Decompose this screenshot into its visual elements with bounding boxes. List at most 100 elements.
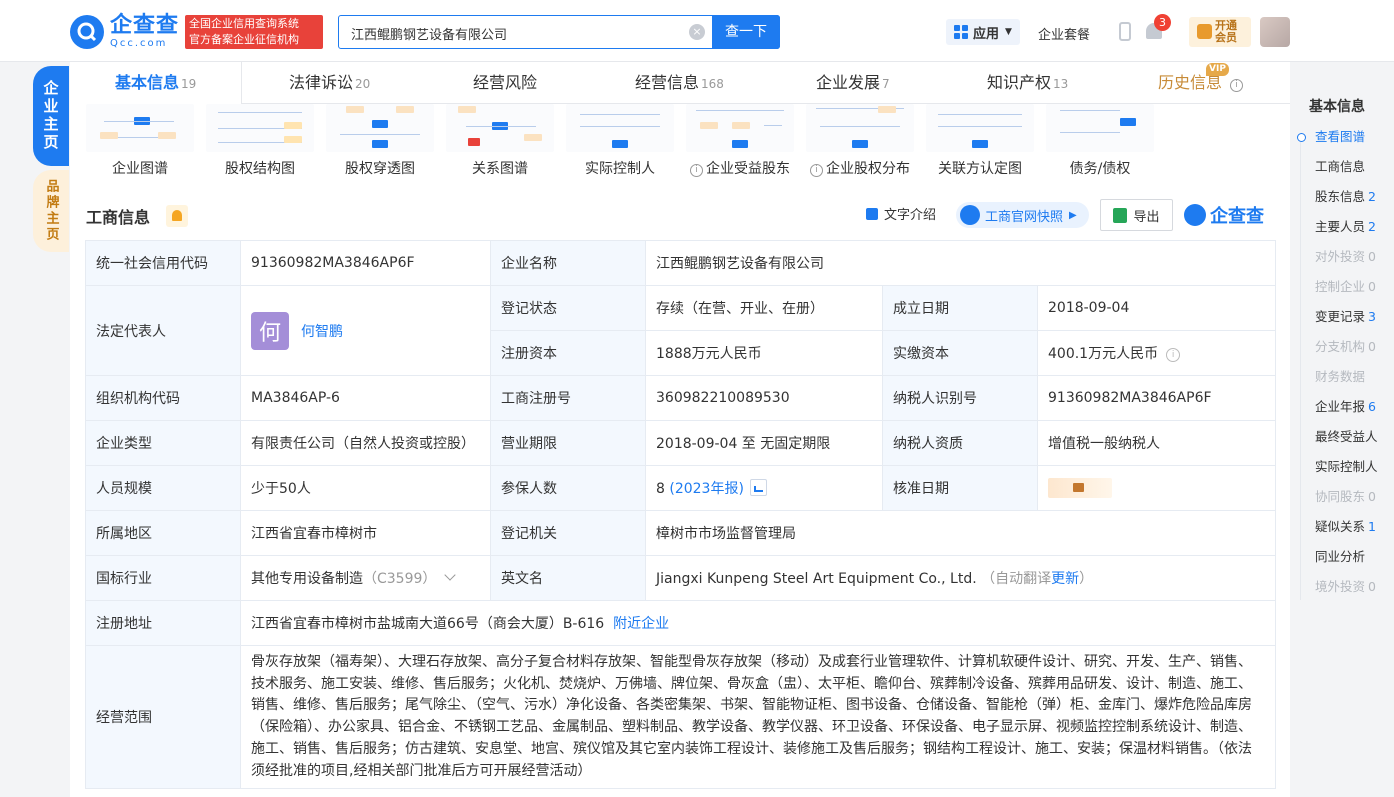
right-nav-title: 基本信息 — [1309, 99, 1365, 115]
chevron-down-icon[interactable] — [444, 569, 457, 581]
nav-shareholders[interactable]: 股东信息 2 — [1296, 182, 1394, 212]
tab-operations[interactable]: 经营信息 168 — [635, 62, 724, 104]
clear-icon[interactable]: × — [689, 24, 705, 40]
cell-key: 纳税人识别号 — [882, 375, 1038, 421]
tab-development[interactable]: 企业发展 7 — [816, 62, 890, 104]
tab-basic-info[interactable]: 基本信息 19 — [115, 62, 197, 104]
open-vip-button[interactable]: 开通 会员 — [1189, 17, 1251, 47]
graph-debt[interactable]: 债务/债权 — [1040, 104, 1160, 184]
nav-suspected-relations[interactable]: 疑似关系 1 — [1296, 512, 1394, 542]
nav-ultimate-beneficiary[interactable]: 最终受益人 — [1296, 422, 1394, 452]
graph-beneficiary[interactable]: i 企业受益股东 — [680, 104, 800, 184]
legal-rep-avatar[interactable]: 何 — [251, 311, 289, 350]
table-row: 组织机构代码 MA3846AP-6 工商注册号 360982210089530 … — [85, 375, 1276, 421]
company-home-tab[interactable]: 企业主页 — [33, 66, 69, 166]
nav-peer-analysis[interactable]: 同业分析 — [1296, 542, 1394, 572]
document-icon — [866, 207, 878, 220]
apps-dropdown[interactable]: 应用 ▼ — [946, 19, 1020, 45]
nav-view-graph[interactable]: 查看图谱 — [1296, 122, 1394, 152]
lock-icon[interactable] — [1048, 478, 1112, 498]
official-badge: 全国企业信用查询系统 官方备案企业征信机构 — [185, 15, 323, 49]
graph-relationship[interactable]: 关系图谱 — [440, 104, 560, 184]
annual-report-link[interactable]: (2023年报) — [669, 481, 744, 497]
beneficiary-thumbnail — [686, 104, 794, 152]
nav-annual-reports[interactable]: 企业年报 6 — [1296, 392, 1394, 422]
crown-icon — [1197, 24, 1212, 39]
badge-line-1: 全国企业信用查询系统 — [189, 17, 299, 30]
nav-branches: 分支机构 0 — [1315, 339, 1376, 354]
trend-chart-icon[interactable] — [749, 479, 767, 496]
established-value: 2018-09-04 — [1037, 285, 1276, 331]
graph-equity-distribution[interactable]: i 企业股权分布 — [800, 104, 920, 184]
nav-key-personnel[interactable]: 主要人员 2 — [1296, 212, 1394, 242]
chevron-right-icon: ▶ — [1069, 209, 1077, 221]
graph-company[interactable]: 企业图谱 — [80, 104, 200, 184]
legal-rep-link[interactable]: 何智鹏 — [301, 321, 343, 341]
package-link[interactable]: 企业套餐 — [1038, 24, 1090, 43]
graph-equity-penetration[interactable]: 股权穿透图 — [320, 104, 440, 184]
vip-line-2: 会员 — [1215, 31, 1237, 44]
nav-financials: 财务数据 — [1315, 369, 1366, 384]
qcc-logo[interactable]: 企查查 Qcc.com — [70, 15, 179, 49]
cell-key: 统一社会信用代码 — [85, 240, 241, 286]
right-anchor-nav: 基本信息 查看图谱 工商信息 股东信息 2 主要人员 2 对外投资 0 控制企业 0 变… — [1296, 96, 1394, 602]
cell-key: 企业名称 — [490, 240, 646, 286]
update-link[interactable]: 更新 — [1051, 571, 1079, 587]
user-avatar[interactable] — [1260, 17, 1290, 47]
brand-home-tab[interactable]: 品牌主页 — [33, 170, 69, 252]
relationship-thumbnail — [446, 104, 554, 152]
logo-name: 企查查 — [110, 13, 180, 38]
tab-legal[interactable]: 法律诉讼 20 — [289, 62, 370, 104]
company-graph-thumbnail — [86, 104, 194, 152]
nav-business-info[interactable]: 工商信息 — [1296, 152, 1394, 182]
company-name-value[interactable]: 江西鲲鹏钢艺设备有限公司 — [645, 240, 1276, 286]
org-code-value[interactable]: MA3846AP-6 — [240, 375, 491, 421]
business-info-table: 统一社会信用代码 91360982MA3846AP6F 企业名称 江西鲲鹏钢艺设… — [85, 240, 1276, 790]
business-scope-value: 骨灰存放架（福寿架）、大理石存放架、高分子复合材料存放架、智能型骨灰存放架（移动… — [240, 644, 1276, 790]
qcc-watermark-logo: 企查查 — [1184, 202, 1264, 228]
tab-risk[interactable]: 经营风险 — [473, 62, 539, 104]
industry-cell[interactable]: 其他专用设备制造（C3599） — [240, 555, 491, 601]
legal-rep-cell: 何 何智鹏 — [240, 285, 491, 376]
graph-shortcuts: 企业图谱 股权结构图 股权穿透图 关系图谱 实际控制人 i 企业受益股东 i 企业股… — [70, 104, 1290, 184]
graph-label: i 企业股权分布 — [800, 158, 920, 178]
graph-related-party[interactable]: 关联方认定图 — [920, 104, 1040, 184]
insured-value: 8 — [656, 481, 665, 497]
credit-code-value[interactable]: 91360982MA3846AP6F — [240, 240, 491, 286]
grid-icon — [954, 25, 968, 39]
cell-key: 实缴资本 — [882, 330, 1038, 376]
search-button[interactable]: 查一下 — [712, 15, 780, 49]
vip-tag: VIP — [1206, 63, 1229, 76]
taxpayer-id-value[interactable]: 91360982MA3846AP6F — [1037, 375, 1276, 421]
tab-history[interactable]: 历史信息 i — [1158, 62, 1246, 104]
export-button[interactable]: 导出 — [1100, 199, 1173, 231]
search-box: 江西鲲鹏钢艺设备有限公司 × 查一下 — [338, 15, 780, 49]
search-input[interactable]: 江西鲲鹏钢艺设备有限公司 — [351, 24, 507, 43]
nearby-companies-link[interactable]: 附近企业 — [613, 616, 669, 632]
debt-thumbnail — [1046, 104, 1154, 152]
reg-no-value[interactable]: 360982210089530 — [645, 375, 883, 421]
section-title: 工商信息 — [86, 208, 151, 227]
tab-ip[interactable]: 知识产权 13 — [987, 62, 1068, 104]
nav-change-records[interactable]: 变更记录 3 — [1296, 302, 1394, 332]
cell-key: 核准日期 — [882, 465, 1038, 511]
equity-structure-thumbnail — [206, 104, 314, 152]
monitor-bell-icon[interactable] — [166, 205, 188, 227]
table-row: 注册地址 江西省宜春市樟树市盐城南大道66号（商会大厦）B-616 附近企业 — [85, 600, 1276, 646]
snapshot-icon — [960, 205, 980, 225]
official-snapshot-button[interactable]: 工商官网快照 ▶ — [956, 202, 1089, 228]
text-intro-button[interactable]: 文字介绍 — [866, 204, 936, 223]
table-row: 经营范围 骨灰存放架（福寿架）、大理石存放架、高分子复合材料存放架、智能型骨灰存… — [85, 644, 1276, 790]
cell-key: 经营范围 — [85, 644, 241, 790]
equity-distribution-thumbnail — [806, 104, 914, 152]
info-icon[interactable]: i — [1166, 348, 1181, 362]
nav-controlled-companies: 控制企业 0 — [1315, 279, 1376, 294]
cell-key: 注册资本 — [490, 330, 646, 376]
nav-actual-controller[interactable]: 实际控制人 — [1296, 452, 1394, 482]
graph-controller[interactable]: 实际控制人 — [560, 104, 680, 184]
side-tabs: 企业主页 品牌主页 — [33, 66, 69, 252]
mobile-icon[interactable] — [1119, 22, 1131, 41]
graph-equity-structure[interactable]: 股权结构图 — [200, 104, 320, 184]
table-row: 统一社会信用代码 91360982MA3846AP6F 企业名称 江西鲲鹏钢艺设… — [85, 240, 1276, 286]
qcc-logo-icon — [1184, 204, 1206, 226]
